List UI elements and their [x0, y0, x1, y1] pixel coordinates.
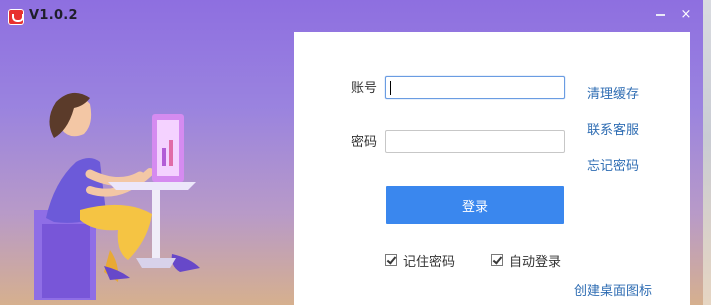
- monitor-bar-1: [162, 148, 166, 166]
- login-window: V1.0.2 × 账号 密码 清理缓存 联系客服 忘记密码 登录 记住密码 自动…: [0, 0, 703, 305]
- password-input[interactable]: [385, 130, 565, 153]
- stool-side: [42, 224, 90, 298]
- desk-stand: [152, 190, 160, 260]
- titlebar: V1.0.2 ×: [0, 0, 703, 32]
- minimize-button[interactable]: [651, 6, 669, 24]
- text-caret: [390, 81, 391, 95]
- close-button[interactable]: ×: [677, 6, 695, 24]
- create-shortcut-link[interactable]: 创建桌面图标: [574, 280, 652, 299]
- remember-password-checkbox[interactable]: 记住密码: [385, 252, 456, 270]
- checkbox-checked-icon[interactable]: [491, 254, 503, 266]
- checkbox-checked-icon[interactable]: [385, 254, 397, 266]
- minimize-icon: [655, 13, 665, 16]
- person-at-computer-illustration: [34, 92, 200, 300]
- auto-login-checkbox[interactable]: 自动登录: [491, 252, 562, 270]
- window-title: V1.0.2: [29, 8, 78, 23]
- person-arm: [85, 169, 145, 186]
- clear-cache-link[interactable]: 清理缓存: [587, 83, 639, 102]
- shoe-right: [171, 254, 200, 272]
- desk: [108, 182, 196, 190]
- monitor-screen: [157, 120, 179, 176]
- contact-support-link[interactable]: 联系客服: [587, 119, 639, 138]
- desk-base: [136, 258, 176, 268]
- monitor-bar-2: [169, 140, 173, 166]
- account-label: 账号: [351, 81, 378, 96]
- account-input[interactable]: [385, 76, 565, 99]
- password-label: 密码: [351, 135, 378, 150]
- forgot-password-link[interactable]: 忘记密码: [587, 155, 639, 174]
- auto-login-label: 自动登录: [509, 254, 562, 270]
- login-button[interactable]: 登录: [386, 186, 564, 224]
- app-logo-icon: [8, 9, 24, 25]
- remember-password-label: 记住密码: [403, 254, 456, 270]
- login-panel: 账号 密码 清理缓存 联系客服 忘记密码 登录 记住密码 自动登录 创建桌面图标: [294, 32, 690, 305]
